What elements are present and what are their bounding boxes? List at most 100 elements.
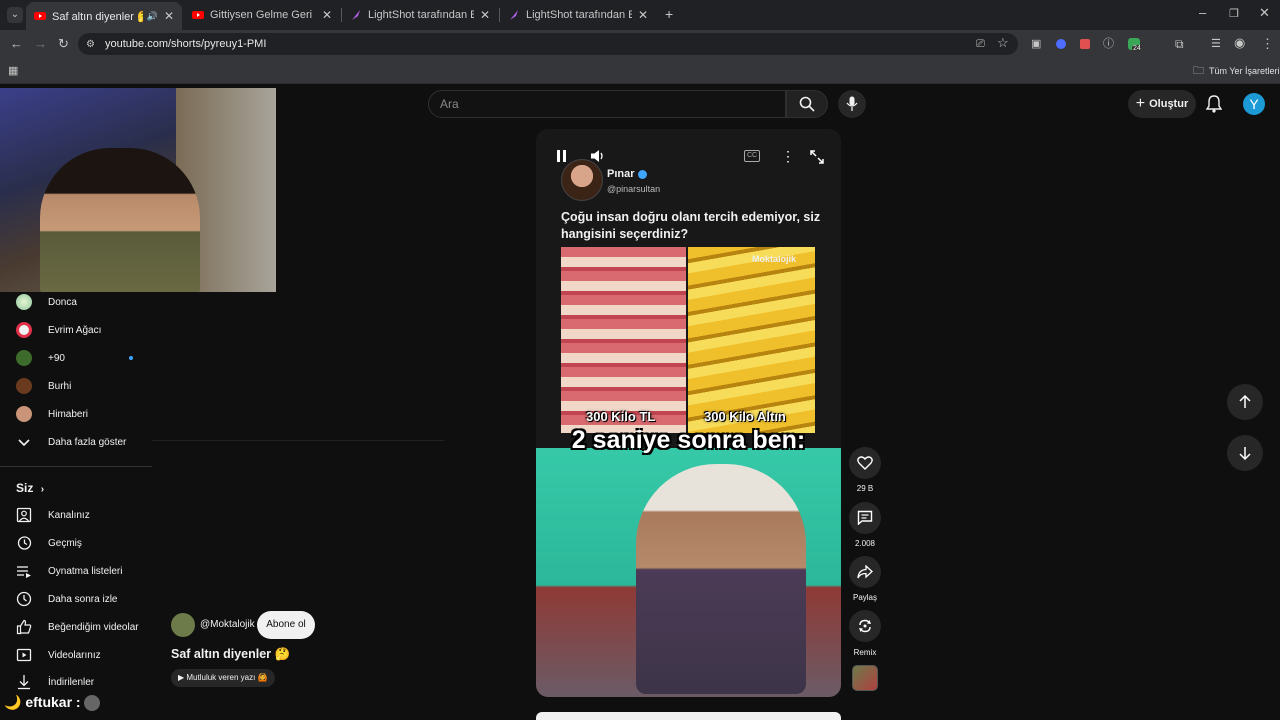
subscribe-button[interactable]: Abone ol	[257, 611, 315, 639]
close-tab-icon[interactable]: ✕	[322, 8, 332, 22]
sidebar-item-label: İndirilenler	[48, 676, 95, 688]
bookmarks-bar	[0, 58, 1280, 84]
share-label: Paylaş	[852, 593, 877, 602]
next-short-button[interactable]	[1227, 435, 1263, 471]
restore-icon[interactable]: ❐	[1229, 7, 1239, 21]
search-button[interactable]	[786, 90, 828, 118]
extension-dot-icon[interactable]	[1056, 39, 1066, 49]
browser-tab[interactable]: Gittiysen Gelme Geri Kedi Versiy ✕	[184, 4, 340, 26]
tab-search-icon[interactable]: ⌄	[7, 7, 23, 23]
webcam-streamer	[40, 148, 200, 292]
forward-icon[interactable]: →	[34, 37, 47, 51]
sidebar-item-your-videos[interactable]: Videolarınız	[0, 641, 152, 669]
site-settings-icon[interactable]: ⚙	[86, 38, 95, 52]
back-icon[interactable]: ←	[10, 37, 23, 51]
sidebar-item-evrim-agaci[interactable]: Evrim Ağacı	[0, 316, 152, 344]
channel-avatar	[16, 350, 32, 366]
all-bookmarks-link[interactable]: Tüm Yer İşaretleri	[1209, 66, 1280, 76]
voice-search-button[interactable]	[838, 90, 866, 118]
sidebar-item-downloads[interactable]: İndirilenler	[0, 668, 152, 696]
sidebar-gap	[152, 440, 444, 441]
sidebar-item-label: Beğendiğim videolar	[48, 621, 139, 633]
channel-avatar	[16, 378, 32, 394]
extension-icon[interactable]: ▣	[1031, 37, 1041, 51]
play-icon: ▶	[178, 673, 185, 682]
comments-button[interactable]	[849, 502, 881, 534]
tab-title: LightShot tarafından Ekran Görün	[368, 9, 474, 21]
heart-icon	[857, 456, 873, 470]
moon-icon: 🌙	[4, 694, 22, 710]
chrome-menu-icon[interactable]: ⋮	[1261, 37, 1274, 51]
sidebar-item-burhi[interactable]: Burhi	[0, 372, 152, 400]
close-tab-icon[interactable]: ✕	[480, 8, 490, 22]
history-icon	[17, 536, 32, 550]
sidebar-item-himaberi[interactable]: Himaberi	[0, 400, 152, 428]
stream-chat-line: 🌙 eftukar :	[4, 694, 101, 712]
account-avatar[interactable]: Y	[1243, 93, 1265, 115]
you-section-heading[interactable]: Siz ›	[16, 481, 44, 495]
search-input[interactable]	[428, 90, 786, 118]
download-icon	[18, 675, 30, 690]
new-tab-icon[interactable]: +	[665, 7, 673, 21]
youtube-icon	[192, 11, 204, 19]
minimize-icon[interactable]: –	[1199, 6, 1206, 20]
previous-short-button[interactable]	[1227, 384, 1263, 420]
channel-avatar	[16, 322, 32, 338]
short-question-text: Çoğu insan doğru olanı tercih edemiyor, …	[561, 210, 821, 241]
sound-thumbnail[interactable]	[852, 665, 878, 691]
sidebar-item-donca[interactable]: Donca	[0, 288, 152, 316]
close-tab-icon[interactable]: ✕	[164, 9, 174, 23]
caption-right: 300 Kilo Altın	[704, 409, 786, 424]
show-more-button[interactable]: Daha fazla göster	[0, 428, 152, 456]
apps-grid-icon[interactable]: ▦	[8, 64, 18, 78]
sidebar-item-label: Donca	[48, 296, 77, 308]
create-button[interactable]: + Oluştur	[1128, 90, 1196, 118]
cast-icon[interactable]: ⎚	[976, 37, 985, 51]
tab-audio-icon[interactable]: 🔊	[147, 11, 158, 22]
url-text[interactable]: youtube.com/shorts/pyreuy1-PMI	[105, 38, 266, 50]
tab-title: Gittiysen Gelme Geri Kedi Versiy	[210, 9, 316, 21]
shorts-player[interactable]: CC ⋮ Pınar @pinarsultan Çoğu insan doğru…	[536, 129, 841, 697]
bookmark-star-icon[interactable]: ☆	[997, 36, 1009, 50]
share-arrow-icon	[857, 565, 873, 579]
sidebar-item-liked-videos[interactable]: Beğendiğim videolar	[0, 613, 152, 641]
pause-icon[interactable]	[556, 149, 568, 163]
laughing-woman-image	[636, 464, 806, 694]
sidebar-item-your-channel[interactable]: Kanalınız	[0, 501, 152, 529]
extension-red-icon[interactable]	[1080, 39, 1090, 49]
browser-tab[interactable]: LightShot tarafından Ekran Görün ✕	[500, 4, 656, 26]
verified-badge-icon	[637, 169, 647, 179]
notifications-bell-icon[interactable]	[1206, 95, 1222, 113]
more-options-icon[interactable]: ⋮	[781, 148, 795, 165]
profile-icon[interactable]: ◉	[1234, 36, 1245, 50]
sidebar-item-plus90[interactable]: +90	[0, 344, 152, 372]
arrow-down-icon	[1239, 447, 1251, 460]
next-short-preview[interactable]	[536, 712, 841, 720]
music-chip[interactable]: ▶ Mutluluk veren yazı 🙆	[171, 669, 275, 687]
youtube-icon	[34, 12, 46, 20]
browser-tab[interactable]: LightShot tarafından Ekran Görün ✕	[342, 4, 498, 26]
close-window-icon[interactable]: ✕	[1259, 6, 1270, 20]
reading-list-icon[interactable]: ☰	[1211, 37, 1221, 51]
captions-icon[interactable]: CC	[744, 150, 760, 162]
sidebar-item-watch-later[interactable]: Daha sonra izle	[0, 585, 152, 613]
feather-icon	[510, 10, 518, 20]
sidebar-item-history[interactable]: Geçmiş	[0, 529, 152, 557]
sidebar-item-label: Himaberi	[48, 408, 89, 420]
extension-info-icon[interactable]: ⓘ	[1103, 37, 1114, 51]
remix-button[interactable]	[849, 610, 881, 642]
channel-handle[interactable]: @Moktalojik	[200, 619, 255, 630]
extensions-puzzle-icon[interactable]: ⧉	[1175, 37, 1184, 51]
comment-count: 2.008	[854, 539, 876, 548]
chevron-down-icon	[18, 439, 30, 447]
close-tab-icon[interactable]: ✕	[638, 8, 648, 22]
reload-icon[interactable]: ↻	[58, 37, 69, 51]
share-button[interactable]	[849, 556, 881, 588]
like-button[interactable]	[849, 447, 881, 479]
browser-tab-active[interactable]: Saf altın diyenler 🤔 - YouTube 🔊 ✕	[26, 2, 182, 30]
search-icon	[799, 96, 815, 112]
channel-avatar[interactable]	[171, 613, 195, 637]
fullscreen-icon[interactable]	[810, 150, 824, 164]
sidebar-item-playlists[interactable]: Oynatma listeleri	[0, 557, 152, 585]
feather-icon	[352, 10, 360, 20]
